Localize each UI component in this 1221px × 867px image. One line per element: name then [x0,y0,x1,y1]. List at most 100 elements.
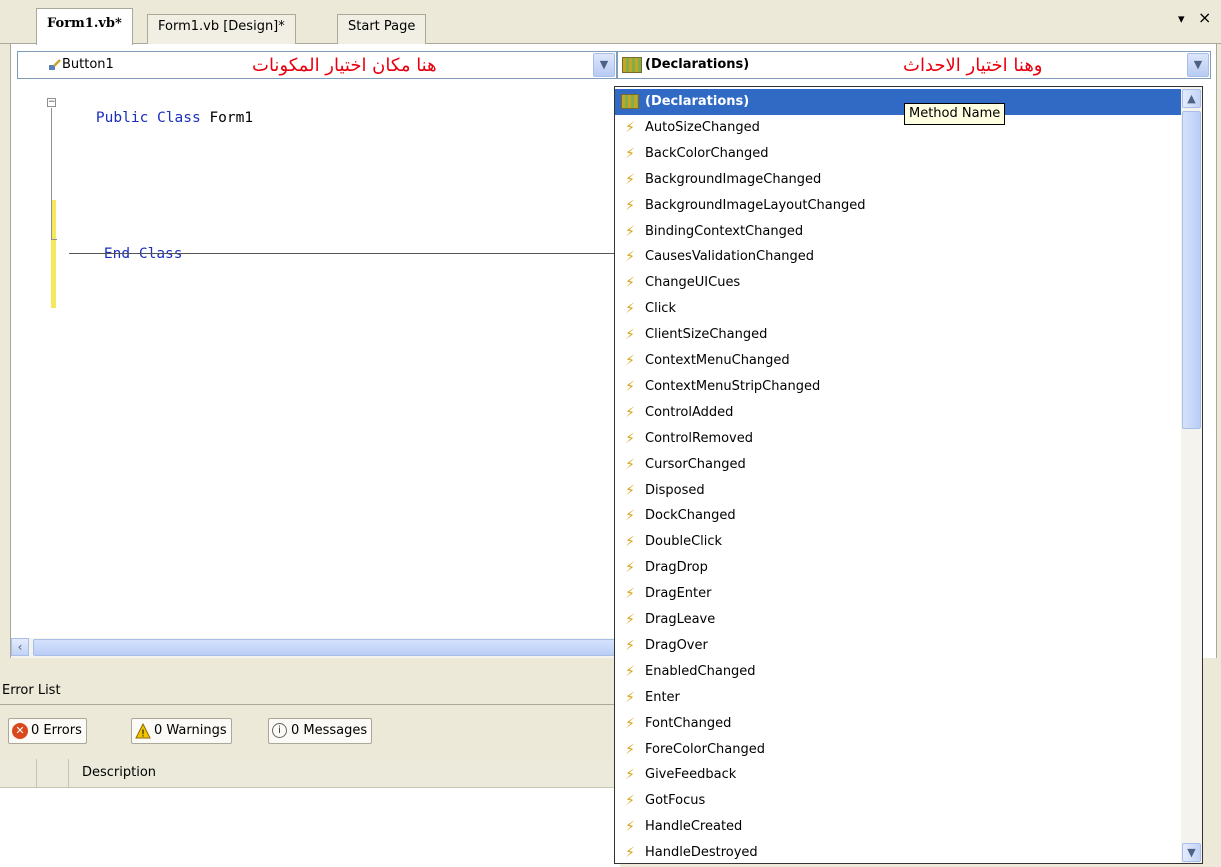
lightning-bolt-icon: ⚡ [625,767,635,784]
method-item[interactable]: ⚡ Enter [615,685,1181,711]
method-item[interactable]: ⚡ CursorChanged [615,452,1181,478]
lightning-bolt-icon: ⚡ [625,586,635,603]
tab-form1-code[interactable]: Form1.vb* [36,8,133,45]
method-item[interactable]: ⚡ ContextMenuChanged [615,348,1181,374]
method-item-label: ChangeUICues [645,275,741,291]
method-item[interactable]: ⚡ Disposed [615,478,1181,504]
method-item-label: CursorChanged [645,456,746,472]
column-divider [36,759,37,787]
method-name-combo[interactable]: (Declarations) وهنا اختيار الاحداث ▼ [617,51,1211,79]
method-item[interactable]: ⚡ BackColorChanged [615,141,1181,167]
error-grid-header: Description [0,759,620,788]
keyword-end: End [103,246,131,262]
method-item-label: DragDrop [645,560,708,576]
method-item-label: ForeColorChanged [645,741,765,757]
error-grid-body [0,788,620,867]
method-item[interactable]: ⚡ HandleDestroyed [615,840,1181,863]
method-item-label: EnabledChanged [645,663,756,679]
code-line-end-class[interactable]: End Class [69,230,183,278]
method-item[interactable]: ⚡ BindingContextChanged [615,219,1181,245]
horizontal-scroll-thumb[interactable] [33,639,623,656]
chevron-down-icon[interactable]: ▼ [593,53,615,77]
tab-start-page[interactable]: Start Page [337,14,427,44]
method-item[interactable]: ⚡ ControlAdded [615,400,1181,426]
method-item[interactable]: ⚡ DoubleClick [615,529,1181,555]
method-item-label: HandleCreated [645,819,743,835]
lightning-bolt-icon: ⚡ [625,845,635,862]
method-item-label: DragLeave [645,612,716,627]
method-item-label: ControlRemoved [645,430,753,446]
method-item[interactable]: ⚡ DragLeave [615,607,1181,633]
info-icon: i [272,723,287,738]
declarations-icon [621,94,639,109]
warnings-filter-button[interactable]: ! 0 Warnings [131,718,232,744]
method-item[interactable]: ⚡ DragEnter [615,581,1181,607]
class-combo-value: Button1 [62,57,114,72]
navigation-bar: Button1 هنا مكان اختيار المكونات ▼ (Decl… [10,44,1217,86]
method-item[interactable]: ⚡ BackgroundImageChanged [615,167,1181,193]
messages-count: 0 Messages [291,723,368,738]
components-annotation: هنا مكان اختيار المكونات [252,55,437,76]
scroll-up-icon[interactable]: ▲ [1182,89,1201,108]
vertical-scroll-thumb[interactable] [1182,111,1201,429]
close-document-icon[interactable]: × [1198,8,1211,27]
lightning-bolt-icon: ⚡ [625,663,635,680]
scroll-down-icon[interactable]: ▼ [1182,843,1201,862]
lightning-bolt-icon: ⚡ [625,689,635,706]
messages-filter-button[interactable]: i 0 Messages [268,718,373,744]
declarations-icon [622,57,642,73]
method-item-declarations[interactable]: (Declarations) [615,89,1181,115]
window-position-dropdown-icon[interactable]: ▾ [1178,12,1185,27]
method-combo-value: (Declarations) [645,57,750,72]
warning-icon: ! [135,722,151,740]
class-name-combo[interactable]: Button1 هنا مكان اختيار المكونات ▼ [17,51,617,79]
lightning-bolt-icon: ⚡ [625,327,635,344]
lightning-bolt-icon: ⚡ [625,715,635,732]
vertical-scrollbar[interactable]: ▲ ▼ [1181,87,1202,863]
method-item-label: FontChanged [645,715,732,731]
method-name-dropdown-list[interactable]: ▲ ▼ (Declarations) ⚡ AutoSizeChanged ⚡ BackC… [614,86,1203,864]
lightning-bolt-icon: ⚡ [625,793,635,810]
method-item[interactable]: ⚡ ControlRemoved [615,426,1181,452]
method-item[interactable]: ⚡ FontChanged [615,711,1181,737]
method-item-label: GiveFeedback [645,767,737,783]
method-item[interactable]: ⚡ CausesValidationChanged [615,244,1181,270]
chevron-down-icon[interactable]: ▼ [1187,53,1209,77]
method-item[interactable]: ⚡ ForeColorChanged [615,737,1181,763]
lightning-bolt-icon: ⚡ [625,119,635,136]
horizontal-scrollbar[interactable]: ‹ [11,638,631,658]
error-list-separator [0,704,620,705]
collapse-outline-icon[interactable]: − [47,98,56,107]
method-item-label: BindingContextChanged [645,223,804,239]
method-item[interactable]: ⚡ DragOver [615,633,1181,659]
method-item-label: DockChanged [645,508,736,524]
method-item[interactable]: ⚡ AutoSizeChanged [615,115,1181,141]
method-item-label: BackgroundImageChanged [645,171,822,187]
lightning-bolt-icon: ⚡ [625,353,635,369]
method-item[interactable]: ⚡ ChangeUICues [615,270,1181,296]
lightning-bolt-icon: ⚡ [625,378,635,395]
method-item[interactable]: ⚡ DragDrop [615,555,1181,581]
method-item[interactable]: ⚡ BackgroundImageLayoutChanged [615,193,1181,219]
lightning-bolt-icon: ⚡ [625,249,635,266]
errors-filter-button[interactable]: ✕ 0 Errors [8,718,87,744]
method-item[interactable]: ⚡ EnabledChanged [615,659,1181,685]
method-item-label: BackColorChanged [645,145,769,161]
method-item-label: ControlAdded [645,404,734,420]
method-item[interactable]: ⚡ ClientSizeChanged [615,322,1181,348]
method-item[interactable]: ⚡ GiveFeedback [615,762,1181,788]
method-item[interactable]: ⚡ GotFocus [615,788,1181,814]
class-name-identifier: Form1 [209,110,254,126]
tab-form1-design[interactable]: Form1.vb [Design]* [147,14,296,44]
method-item[interactable]: ⚡ HandleCreated [615,814,1181,840]
lightning-bolt-icon: ⚡ [625,560,635,577]
method-item[interactable]: ⚡ ContextMenuStripChanged [615,374,1181,400]
method-item[interactable]: ⚡ Click [615,296,1181,322]
scroll-left-icon[interactable]: ‹ [11,638,29,656]
column-divider [68,759,69,787]
code-line-public-class[interactable]: Public Class Form1 [61,94,253,142]
column-description-header[interactable]: Description [82,765,156,780]
method-item-label: (Declarations) [645,94,750,109]
lightning-bolt-icon: ⚡ [625,275,635,292]
method-item[interactable]: ⚡ DockChanged [615,503,1181,529]
